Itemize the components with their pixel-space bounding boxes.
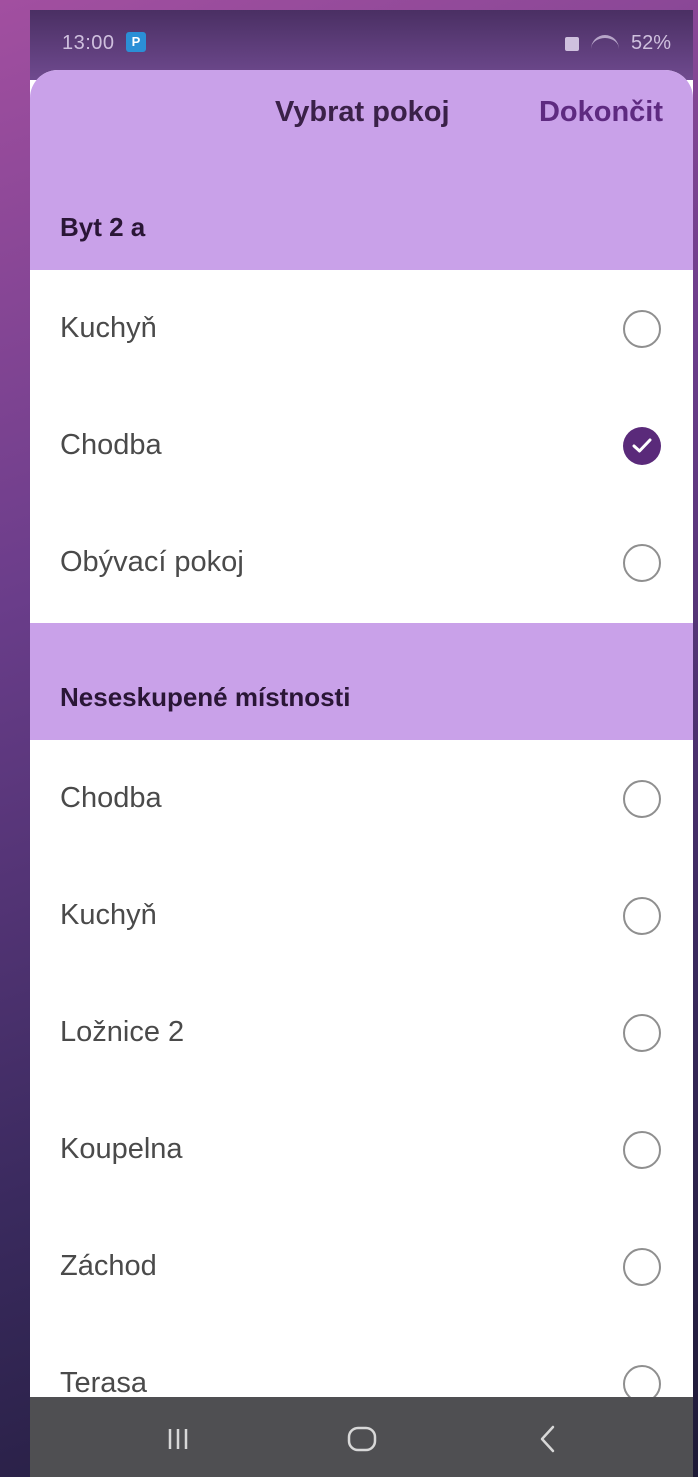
room-label: Terasa bbox=[60, 1367, 148, 1399]
back-icon[interactable] bbox=[528, 1419, 568, 1459]
room-row[interactable]: Chodba bbox=[30, 387, 693, 504]
done-button[interactable]: Dokončit bbox=[539, 96, 663, 129]
room-picker-sheet: Vybrat pokoj Dokončit Byt 2 a Kuchyň Cho… bbox=[30, 70, 693, 1477]
radio-checked-icon[interactable] bbox=[623, 427, 661, 465]
radio-unchecked-icon[interactable] bbox=[623, 310, 661, 348]
room-label: Chodba bbox=[60, 782, 162, 814]
home-icon[interactable] bbox=[342, 1419, 382, 1459]
status-indicators: 52% bbox=[564, 32, 671, 55]
section-header-byt-2a: Byt 2 a bbox=[30, 158, 693, 270]
section-label: Byt 2 a bbox=[60, 212, 146, 242]
room-row[interactable]: Záchod bbox=[30, 1208, 693, 1325]
status-time: 13:00 bbox=[62, 32, 115, 54]
room-label: Záchod bbox=[60, 1250, 157, 1282]
app-notification-icon: P bbox=[126, 32, 146, 52]
system-navigation-bar bbox=[30, 1397, 693, 1477]
recents-icon[interactable] bbox=[158, 1419, 198, 1459]
notification-icon bbox=[564, 36, 579, 51]
phone-screen: 13:00 P 52% Vybrat pokoj Dokončit Byt 2 … bbox=[30, 10, 693, 1477]
section-header-ungrouped: Neseskupené místnosti bbox=[30, 623, 693, 740]
room-row[interactable]: Koupelna bbox=[30, 1091, 693, 1208]
battery-level: 52% bbox=[630, 32, 671, 54]
checkmark-icon bbox=[632, 438, 652, 453]
wifi-icon bbox=[590, 35, 619, 52]
radio-unchecked-icon[interactable] bbox=[623, 1014, 661, 1052]
radio-unchecked-icon[interactable] bbox=[623, 544, 661, 582]
room-row[interactable]: Kuchyň bbox=[30, 270, 693, 387]
radio-unchecked-icon[interactable] bbox=[623, 1248, 661, 1286]
radio-unchecked-icon[interactable] bbox=[623, 897, 661, 935]
room-row[interactable]: Ložnice 2 bbox=[30, 974, 693, 1091]
room-row[interactable]: Obývací pokoj bbox=[30, 504, 693, 621]
sheet-header: Vybrat pokoj Dokončit bbox=[30, 70, 693, 158]
room-label: Ložnice 2 bbox=[60, 1016, 185, 1048]
page-title: Vybrat pokoj bbox=[275, 96, 450, 128]
room-row[interactable]: Kuchyň bbox=[30, 857, 693, 974]
radio-unchecked-icon[interactable] bbox=[623, 1131, 661, 1169]
room-label: Koupelna bbox=[60, 1133, 183, 1165]
room-label: Kuchyň bbox=[60, 312, 157, 344]
room-label: Kuchyň bbox=[60, 899, 157, 931]
room-row[interactable]: Chodba bbox=[30, 740, 693, 857]
radio-unchecked-icon[interactable] bbox=[623, 780, 661, 818]
room-label: Chodba bbox=[60, 429, 162, 461]
room-label: Obývací pokoj bbox=[60, 546, 244, 578]
section-label: Neseskupené místnosti bbox=[60, 682, 351, 712]
